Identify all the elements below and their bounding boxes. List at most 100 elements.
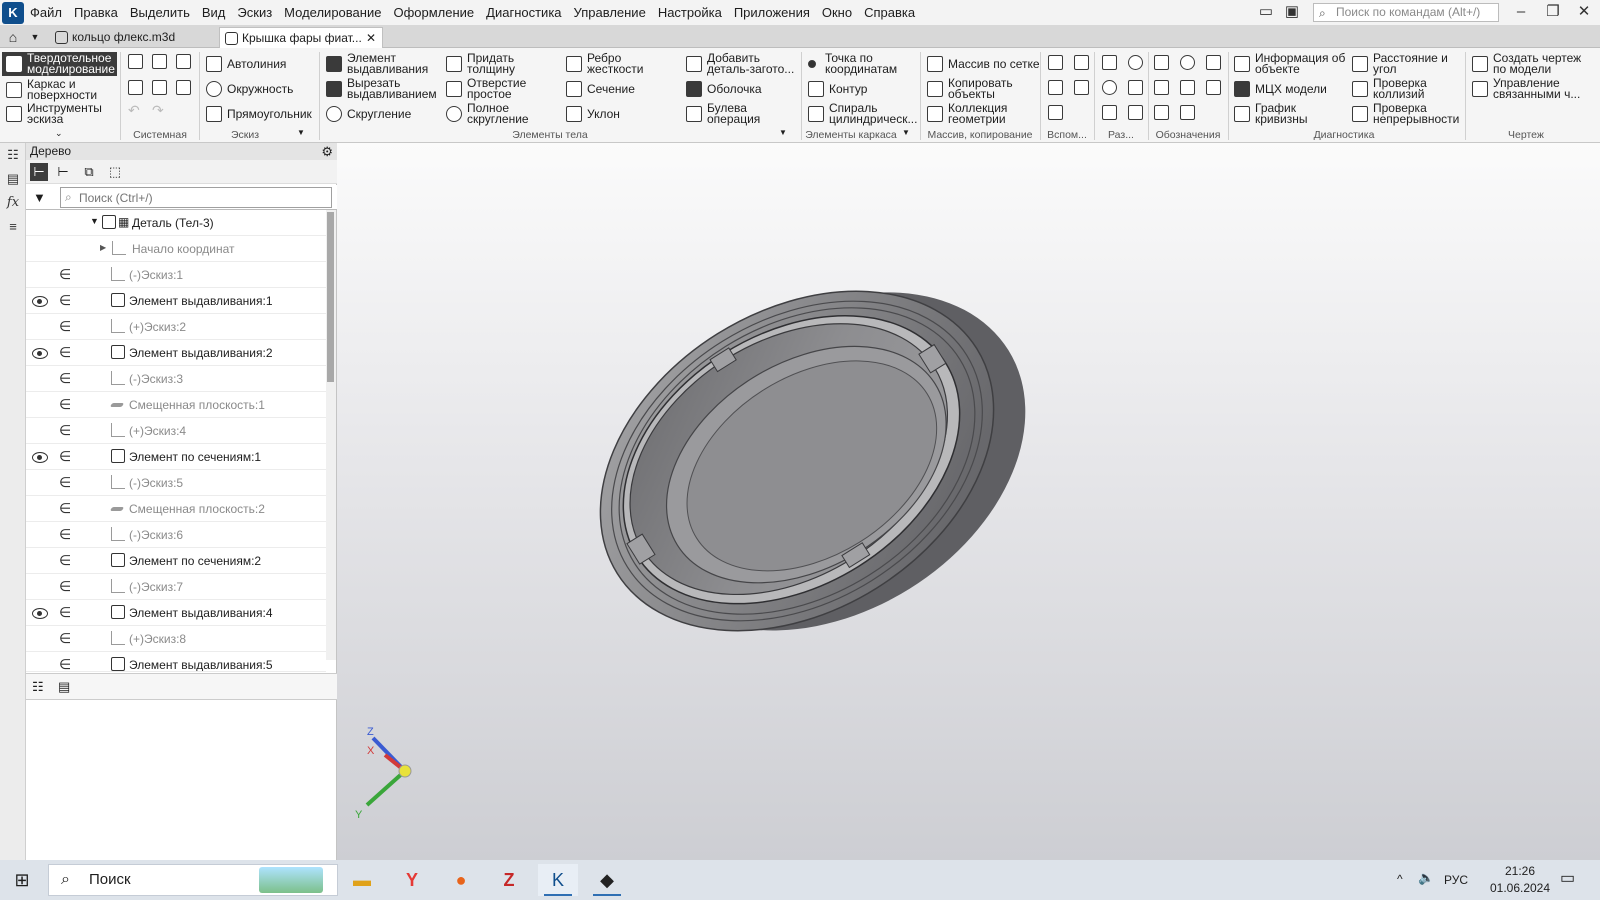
size-tool-4[interactable] bbox=[1128, 80, 1143, 95]
rib-button[interactable]: Ребро жесткости bbox=[566, 52, 657, 75]
notation-tool-3[interactable] bbox=[1206, 55, 1221, 70]
tree-node-extrude-5[interactable]: ∈ Элемент выдавливания:5 bbox=[26, 652, 326, 672]
tab-kolco-fleks[interactable]: кольцо флекс.m3d bbox=[50, 27, 218, 48]
circle-button[interactable]: Окружность bbox=[206, 81, 293, 97]
tree-panel-icon[interactable]: ☷ bbox=[4, 147, 22, 165]
notation-tool-6[interactable] bbox=[1206, 80, 1221, 95]
tree-filter-icon[interactable]: ▼ bbox=[33, 190, 46, 205]
contour-button[interactable]: Контур bbox=[808, 81, 867, 97]
variables-icon[interactable]: fx bbox=[4, 195, 22, 213]
tree-node-sketch-1[interactable]: ∈ (-)Эскиз:1 bbox=[26, 262, 326, 288]
command-search-input[interactable]: ⌕ Поиск по командам (Alt+/) bbox=[1313, 3, 1499, 22]
tree-node-extrude-4[interactable]: ∈ Элемент выдавливания:4 bbox=[26, 600, 326, 626]
aux-tool-2[interactable] bbox=[1074, 55, 1089, 70]
curvature-button[interactable]: График кривизны bbox=[1234, 102, 1335, 125]
panel-toggle-icon[interactable]: ▣ bbox=[1276, 0, 1308, 25]
size-tool-3[interactable] bbox=[1102, 80, 1117, 95]
3d-viewport[interactable]: Z X Y bbox=[337, 143, 1600, 860]
tree-settings-icon[interactable]: ⚙ bbox=[321, 143, 333, 160]
tree-node-loft-1[interactable]: ∈ Элемент по сечениям:1 bbox=[26, 444, 326, 470]
tabs-dropdown-icon[interactable]: ▼ bbox=[26, 27, 44, 48]
cut-extrude-button[interactable]: Вырезать выдавливанием bbox=[326, 77, 442, 100]
frame-group-dropdown-icon[interactable]: ▼ bbox=[902, 128, 910, 137]
menu-diagnostics[interactable]: Диагностика bbox=[480, 0, 567, 25]
size-tool-5[interactable] bbox=[1102, 105, 1117, 120]
app-diamond-icon[interactable]: ◆ bbox=[587, 864, 627, 896]
notation-tool-4[interactable] bbox=[1154, 80, 1169, 95]
rectangle-button[interactable]: Прямоугольник bbox=[206, 106, 312, 122]
shell-button[interactable]: Оболочка bbox=[686, 81, 762, 97]
undo-button[interactable]: ↶ bbox=[128, 103, 140, 117]
tree-root[interactable]: ▼ ▦ Деталь (Тел-3) bbox=[26, 210, 326, 236]
layers-panel-icon[interactable]: ≡ bbox=[4, 219, 22, 237]
tree-view-icon[interactable]: ☷ bbox=[32, 679, 44, 695]
add-blank-button[interactable]: Добавить деталь-загото... bbox=[686, 52, 803, 75]
body-group-dropdown-icon[interactable]: ▼ bbox=[779, 128, 787, 137]
size-tool-6[interactable] bbox=[1128, 105, 1143, 120]
notation-tool-8[interactable] bbox=[1180, 105, 1195, 120]
list-view-icon[interactable]: ▤ bbox=[58, 679, 70, 695]
thicken-button[interactable]: Придать толщину bbox=[446, 52, 547, 75]
visibility-eye-icon[interactable] bbox=[32, 346, 48, 360]
expand-modes-icon[interactable]: ⌄ bbox=[55, 128, 63, 139]
tree-node-sketch-8[interactable]: ∈ (+)Эскиз:8 bbox=[26, 626, 326, 652]
geometry-collection-button[interactable]: Коллекция геометрии bbox=[927, 102, 1028, 125]
section-button[interactable]: Сечение bbox=[566, 81, 635, 97]
menu-view[interactable]: Вид bbox=[196, 0, 232, 25]
kompas-taskbar-icon[interactable]: K bbox=[538, 864, 578, 896]
menu-apps[interactable]: Приложения bbox=[728, 0, 816, 25]
tree-node-sketch-4[interactable]: ∈ (+)Эскиз:4 bbox=[26, 418, 326, 444]
menu-window[interactable]: Окно bbox=[816, 0, 858, 25]
extrude-button[interactable]: Элемент выдавливания bbox=[326, 52, 442, 75]
tree-node-sketch-6[interactable]: ∈ (-)Эскиз:6 bbox=[26, 522, 326, 548]
aux-tool-1[interactable] bbox=[1048, 55, 1063, 70]
taskbar-search[interactable]: ⌕ Поиск bbox=[48, 864, 338, 896]
yandex-browser-icon[interactable]: Y bbox=[392, 864, 432, 896]
tree-node-extrude-2[interactable]: ∈ Элемент выдавливания:2 bbox=[26, 340, 326, 366]
headlight-cover-model[interactable] bbox=[538, 208, 1088, 716]
tray-up-arrow-icon[interactable]: ^ bbox=[1397, 872, 1403, 886]
notifications-icon[interactable]: ▭ bbox=[1560, 868, 1575, 888]
save-all-button[interactable] bbox=[176, 80, 191, 95]
collapse-arrow-icon[interactable]: ▼ bbox=[90, 216, 99, 226]
menu-select[interactable]: Выделить bbox=[124, 0, 196, 25]
draft-button[interactable]: Уклон bbox=[566, 106, 620, 122]
menu-file[interactable]: Файл bbox=[24, 0, 68, 25]
continuity-check-button[interactable]: Проверка непрерывности bbox=[1352, 102, 1471, 125]
tree-structure-icon[interactable]: ⊢ bbox=[30, 163, 48, 181]
grid-array-button[interactable]: Массив по сетке bbox=[927, 56, 1040, 72]
restore-icon[interactable]: ❐ bbox=[1537, 0, 1569, 25]
copy-objects-button[interactable]: Копировать объекты bbox=[927, 77, 1028, 100]
expand-arrow-icon[interactable]: ▶ bbox=[100, 243, 106, 252]
helix-button[interactable]: Спираль цилиндрическ... bbox=[808, 102, 919, 125]
properties-panel-icon[interactable]: ▤ bbox=[4, 171, 22, 189]
close-tab-icon[interactable]: ✕ bbox=[366, 28, 376, 48]
close-window-icon[interactable]: ✕ bbox=[1568, 0, 1600, 25]
sketch-group-dropdown-icon[interactable]: ▼ bbox=[297, 128, 305, 137]
visibility-eye-icon[interactable] bbox=[32, 606, 48, 620]
print-button[interactable] bbox=[128, 80, 143, 95]
visibility-eye-icon[interactable] bbox=[32, 294, 48, 308]
clock[interactable]: 21:26 01.06.2024 bbox=[1480, 864, 1560, 895]
open-file-button[interactable] bbox=[152, 54, 167, 69]
language-indicator[interactable]: РУС bbox=[1444, 873, 1468, 887]
notation-tool-7[interactable] bbox=[1154, 105, 1169, 120]
manage-linked-button[interactable]: Управление связанными ч... bbox=[1472, 77, 1593, 100]
menu-settings[interactable]: Настройка bbox=[652, 0, 728, 25]
mode-frame-surfaces[interactable]: Каркас и поверхности bbox=[6, 78, 116, 102]
menu-sketch[interactable]: Эскиз bbox=[231, 0, 278, 25]
minimize-icon[interactable]: – bbox=[1505, 0, 1537, 25]
menu-modeling[interactable]: Моделирование bbox=[278, 0, 387, 25]
redo-button[interactable]: ↷ bbox=[152, 103, 164, 117]
zoom-z-app-icon[interactable]: Z bbox=[489, 864, 529, 896]
windows-start-icon[interactable]: ⊞ bbox=[2, 864, 42, 896]
tree-node-loft-2[interactable]: ∈ Элемент по сечениям:2 bbox=[26, 548, 326, 574]
tree-search-input[interactable] bbox=[60, 187, 332, 208]
tree-node-offset-plane-1[interactable]: ∈ Смещенная плоскость:1 bbox=[26, 392, 326, 418]
tab-kryshka-fary[interactable]: Крышка фары фиат... ✕ bbox=[219, 27, 383, 48]
autoline-button[interactable]: Автолиния bbox=[206, 56, 286, 72]
menu-edit[interactable]: Правка bbox=[68, 0, 124, 25]
notation-tool-5[interactable] bbox=[1180, 80, 1195, 95]
firefox-icon[interactable]: ● bbox=[441, 864, 481, 896]
notation-tool-2[interactable] bbox=[1180, 55, 1195, 70]
